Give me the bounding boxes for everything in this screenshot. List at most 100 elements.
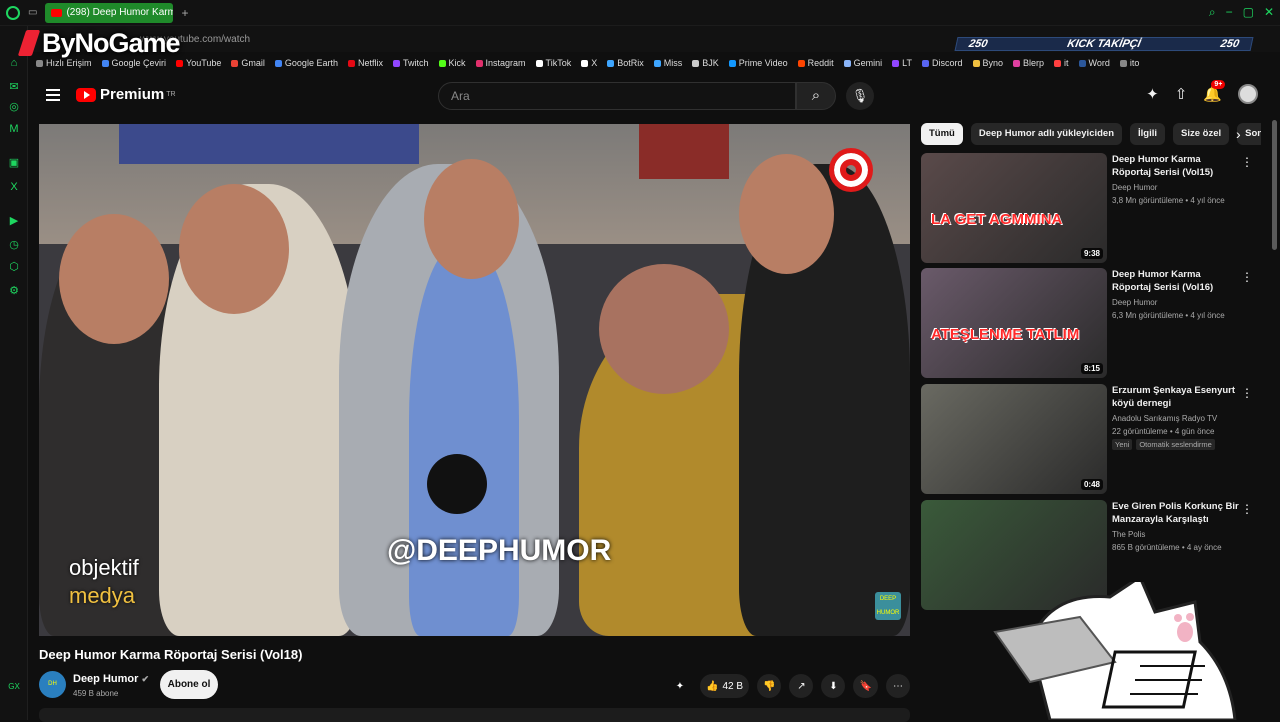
recommendation-title[interactable]: Erzurum Şenkaya Esenyurt köyü dernegi (1112, 384, 1242, 410)
bookmark-item[interactable]: Gemini (843, 58, 882, 68)
bookmark-label: BJK (702, 58, 719, 68)
bookmark-favicon-icon (843, 59, 851, 67)
bookmark-item[interactable]: Miss (653, 58, 682, 68)
chip-0[interactable]: Tümü (921, 123, 963, 145)
chip-2[interactable]: İlgili (1130, 123, 1166, 145)
chevron-right-icon[interactable]: › (1236, 126, 1241, 142)
bookmark-item[interactable]: BotRix (607, 58, 644, 68)
bookmark-item[interactable]: BJK (692, 58, 719, 68)
search-tabs-icon[interactable]: ⌕ (1209, 5, 1216, 20)
more-actions-button[interactable]: ⋯ (885, 674, 910, 698)
sidebar-extensions-icon[interactable]: ⬡ (7, 260, 21, 274)
scrollbar[interactable] (1272, 120, 1277, 250)
recommendation-item[interactable]: 0:48 Erzurum Şenkaya Esenyurt köyü derneg… (921, 384, 1261, 494)
bookmark-item[interactable]: Twitch (392, 58, 429, 68)
more-options-icon[interactable]: ⋮ (1241, 502, 1253, 516)
bookmark-item[interactable]: ito (1119, 58, 1139, 68)
recommendation-item[interactable]: LA GET AGMMINA 9:38 Deep Humor Karma Röpor… (921, 153, 1261, 263)
bookmark-item[interactable]: Prime Video (728, 58, 788, 68)
more-options-icon[interactable]: ⋮ (1241, 386, 1253, 400)
menu-icon[interactable] (46, 89, 60, 101)
subscribe-button[interactable]: Abone ol (160, 670, 218, 699)
opera-logo-icon[interactable] (6, 5, 20, 20)
video-player[interactable]: @DEEPHUMOR objektif medya DEEP HUMOR (39, 124, 910, 636)
channel-name[interactable]: Deep Humor ✔ (73, 673, 149, 685)
voice-search-icon[interactable]: 🎙 (846, 82, 874, 110)
new-tab-button[interactable]: + (181, 6, 188, 20)
bookmark-item[interactable]: Blerp (1013, 58, 1044, 68)
bookmark-item[interactable]: Discord (922, 58, 963, 68)
bookmark-item[interactable]: Kick (438, 58, 466, 68)
recommendation-stats: 6,3 Mn görüntüleme • 4 yıl önce (1112, 311, 1225, 320)
sidebar-whatsapp-icon[interactable]: ◎ (7, 100, 21, 114)
brand-line-2: medya (69, 583, 136, 608)
bookmark-favicon-icon (1078, 59, 1086, 67)
recommendation-title[interactable]: Eve Giren Polis Korkunç Bir Manzarayla K… (1112, 500, 1242, 526)
maximize-button[interactable]: ▢ (1243, 5, 1254, 20)
close-window-button[interactable]: ✕ (1264, 5, 1274, 20)
bookmark-item[interactable]: Google Earth (274, 58, 338, 68)
recommendation-title[interactable]: Deep Humor Karma Röportaj Serisi (Vol16) (1112, 268, 1242, 294)
bookmark-favicon-icon (535, 59, 543, 67)
like-button[interactable]: 👍 42 B (700, 674, 750, 698)
sidebar-messenger-icon[interactable]: ✉ (7, 80, 21, 94)
chip-1[interactable]: Deep Humor adlı yükleyiciden (970, 123, 1123, 145)
bookmark-item[interactable]: Word (1078, 58, 1110, 68)
bookmark-item[interactable]: Reddit (797, 58, 834, 68)
sidebar-x-icon[interactable]: X (7, 180, 21, 194)
video-head-1 (59, 214, 169, 344)
bookmark-item[interactable]: Gmail (231, 58, 265, 68)
youtube-premium-logo[interactable]: Premium TR (76, 86, 176, 103)
recommendation-thumbnail[interactable]: ATEŞLENME TATLIM 8:15 (921, 268, 1107, 378)
kick-label: KICK TAKİPÇİ (1066, 38, 1142, 50)
search-button[interactable]: ⌕ (796, 82, 836, 110)
recommendation-title[interactable]: Deep Humor Karma Röportaj Serisi (Vol15) (1112, 153, 1242, 179)
bookmark-item[interactable]: X (581, 58, 597, 68)
bookmark-item[interactable]: LT (892, 58, 912, 68)
video-shop-sign-red (639, 124, 729, 179)
sidebar-twitch-icon[interactable]: ▣ (7, 156, 21, 170)
sidebar-music-icon[interactable]: M (7, 122, 21, 136)
notifications-icon[interactable]: 🔔 9+ (1203, 80, 1226, 103)
recommendation-channel[interactable]: Deep Humor (1112, 183, 1242, 192)
search-input[interactable]: Ara (438, 82, 796, 110)
recommendation-channel[interactable]: Deep Humor (1112, 298, 1242, 307)
recommendation-channel[interactable]: Anadolu Sarıkamış Radyo TV (1112, 414, 1242, 423)
recommendation-channel[interactable]: The Polis (1112, 530, 1242, 539)
bookmark-label: Netflix (357, 58, 383, 68)
bookmark-item[interactable]: Netflix (347, 58, 383, 68)
bookmark-item[interactable]: Byno (972, 58, 1003, 68)
save-button[interactable]: 🔖 (853, 674, 878, 698)
bookmark-item[interactable]: Instagram (475, 58, 526, 68)
sidebar-home-icon[interactable]: ⌂ (7, 56, 21, 70)
subscriber-count: 459 B abone (73, 689, 119, 698)
browser-tab-active[interactable]: (298) Deep Humor Karma R (45, 2, 174, 23)
sidebar-history-icon[interactable]: ◷ (7, 238, 21, 252)
upload-icon[interactable]: ⇧ (1175, 85, 1188, 103)
bookmark-item[interactable]: it (1054, 58, 1069, 68)
minimize-button[interactable]: − (1226, 5, 1233, 20)
bookmark-item[interactable]: TikTok (535, 58, 571, 68)
sidebar-settings-icon[interactable]: ⚙ (7, 284, 21, 298)
chip-3[interactable]: Size özel (1173, 123, 1230, 145)
sidebar-gx-icon[interactable]: GX (7, 680, 21, 694)
more-options-icon[interactable]: ⋮ (1241, 270, 1253, 284)
dislike-button[interactable]: 👎 (757, 674, 782, 698)
sidebar-player-icon[interactable]: ▶ (7, 214, 21, 228)
channel-avatar[interactable]: DH (39, 671, 66, 698)
recommendation-thumbnail[interactable]: 0:48 (921, 384, 1107, 494)
bookmark-label: Hızlı Erişim (46, 58, 92, 68)
download-button[interactable]: ⬇ (821, 674, 846, 698)
recommendation-item[interactable]: ATEŞLENME TATLIM 8:15 Deep Humor Karma Röp… (921, 268, 1261, 378)
more-options-icon[interactable]: ⋮ (1241, 155, 1253, 169)
extension-icon[interactable]: ✦ (668, 674, 692, 698)
workspaces-icon[interactable]: ▭ (28, 7, 37, 18)
avatar[interactable] (1238, 84, 1258, 104)
recommendation-thumbnail[interactable]: LA GET AGMMINA 9:38 (921, 153, 1107, 263)
cast-extension-icon[interactable]: ✦ (1146, 85, 1159, 103)
bookmark-item[interactable]: YouTube (176, 58, 221, 68)
share-button[interactable]: ↗ (789, 674, 814, 698)
bookmark-item[interactable]: Hızlı Erişim (36, 58, 92, 68)
bookmark-item[interactable]: Google Çeviri (101, 58, 166, 68)
auto-dub-badge: Otomatik seslendirme (1136, 439, 1215, 450)
